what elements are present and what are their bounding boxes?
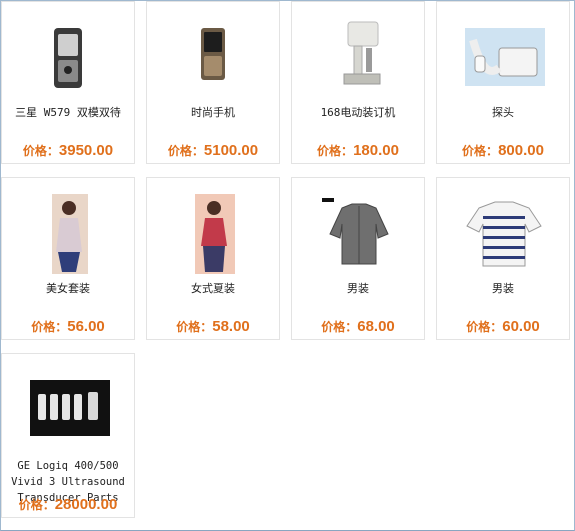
product-image[interactable] (437, 194, 569, 267)
product-name[interactable]: 美女套装 (6, 282, 130, 296)
product-image[interactable] (2, 370, 134, 440)
product-card[interactable]: 男装 价格：68.00 (291, 177, 425, 340)
price-label: 价格： (31, 320, 68, 334)
product-name[interactable]: 时尚手机 (151, 106, 275, 120)
product-price: 价格：3950.00 (2, 142, 134, 159)
product-price: 价格：800.00 (437, 142, 569, 159)
product-name[interactable]: 三星 W579 双模双待 (6, 106, 130, 120)
product-card[interactable]: 男装 价格：60.00 (436, 177, 570, 340)
product-card[interactable]: GE Logiq 400/500 Vivid 3 Ultrasound Tran… (1, 353, 135, 518)
price-label: 价格： (466, 320, 503, 334)
product-name[interactable]: 探头 (441, 106, 565, 120)
product-card[interactable]: 三星 W579 双模双待 价格：3950.00 (1, 1, 135, 164)
product-image[interactable] (292, 194, 424, 265)
product-price: 价格：28000.00 (2, 496, 134, 513)
product-image[interactable] (292, 18, 424, 88)
product-name[interactable]: 女式夏装 (151, 282, 275, 296)
product-image[interactable] (2, 18, 134, 88)
product-name[interactable]: 男装 (296, 282, 420, 296)
product-card[interactable]: 美女套装 价格：56.00 (1, 177, 135, 340)
product-card[interactable]: 女式夏装 价格：58.00 (146, 177, 280, 340)
summer-outfit-icon (195, 194, 235, 274)
price-label: 价格： (321, 320, 358, 334)
price-value: 60.00 (502, 318, 540, 335)
product-image[interactable] (147, 18, 279, 88)
product-image[interactable] (147, 194, 279, 274)
product-price: 价格：56.00 (2, 318, 134, 335)
product-price: 价格：60.00 (437, 318, 569, 335)
price-value: 5100.00 (203, 142, 259, 159)
product-card[interactable]: 168电动装订机 价格：180.00 (291, 1, 425, 164)
price-value: 56.00 (67, 318, 105, 335)
price-value: 68.00 (357, 318, 395, 335)
product-price: 价格：5100.00 (147, 142, 279, 159)
price-label: 价格： (176, 320, 213, 334)
price-label: 价格： (317, 144, 354, 158)
ultrasound-probe-icon (465, 28, 545, 86)
product-name[interactable]: 男装 (441, 282, 565, 296)
price-value: 58.00 (212, 318, 250, 335)
product-price: 价格：180.00 (292, 142, 424, 159)
transducer-parts-icon (30, 380, 110, 436)
price-label: 价格： (22, 144, 59, 158)
price-label: 价格： (18, 498, 55, 512)
product-price: 价格：58.00 (147, 318, 279, 335)
product-grid: 三星 W579 双模双待 价格：3950.00 时尚手机 价格：5100.00 … (0, 0, 575, 531)
price-value: 28000.00 (54, 496, 118, 513)
price-value: 800.00 (498, 142, 544, 159)
price-value: 3950.00 (58, 142, 114, 159)
product-name[interactable]: 168电动装订机 (296, 106, 420, 120)
product-card[interactable]: 时尚手机 价格：5100.00 (146, 1, 280, 164)
price-label: 价格： (167, 144, 204, 158)
price-label: 价格： (462, 144, 499, 158)
product-image[interactable] (2, 194, 134, 274)
price-value: 180.00 (353, 142, 399, 159)
dress-outfit-icon (52, 194, 88, 274)
striped-polo-icon (466, 201, 542, 267)
phone-silver-icon (54, 28, 82, 88)
product-image[interactable] (437, 18, 569, 88)
gray-shirt-icon (322, 198, 389, 265)
binding-machine-icon (343, 21, 381, 85)
phone-bronze-icon (201, 28, 225, 80)
product-card[interactable]: 探头 价格：800.00 (436, 1, 570, 164)
product-price: 价格：68.00 (292, 318, 424, 335)
